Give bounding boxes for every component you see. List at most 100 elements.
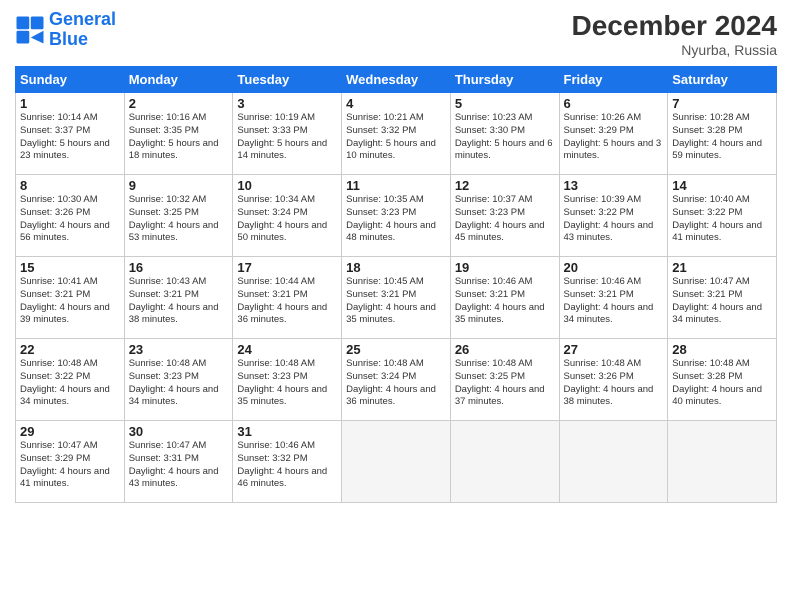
- calendar-week-row: 22Sunrise: 10:48 AMSunset: 3:22 PMDaylig…: [16, 339, 777, 421]
- calendar-day-cell: 31Sunrise: 10:46 AMSunset: 3:32 PMDaylig…: [233, 421, 342, 503]
- day-number: 26: [455, 342, 555, 357]
- day-info: Sunrise: 10:37 AMSunset: 3:23 PMDaylight…: [455, 194, 555, 245]
- day-info: Sunrise: 10:48 AMSunset: 3:26 PMDaylight…: [564, 358, 664, 409]
- day-number: 29: [20, 424, 120, 439]
- calendar-day-cell: 11Sunrise: 10:35 AMSunset: 3:23 PMDaylig…: [342, 175, 451, 257]
- calendar-day-cell: 1Sunrise: 10:14 AMSunset: 3:37 PMDayligh…: [16, 93, 125, 175]
- day-info: Sunrise: 10:34 AMSunset: 3:24 PMDaylight…: [237, 194, 337, 245]
- calendar-week-row: 8Sunrise: 10:30 AMSunset: 3:26 PMDayligh…: [16, 175, 777, 257]
- day-info: Sunrise: 10:35 AMSunset: 3:23 PMDaylight…: [346, 194, 446, 245]
- day-number: 5: [455, 96, 555, 111]
- day-number: 4: [346, 96, 446, 111]
- day-number: 31: [237, 424, 337, 439]
- day-number: 1: [20, 96, 120, 111]
- calendar-day-cell: 28Sunrise: 10:48 AMSunset: 3:28 PMDaylig…: [668, 339, 777, 421]
- day-number: 25: [346, 342, 446, 357]
- day-number: 27: [564, 342, 664, 357]
- weekday-header-row: SundayMondayTuesdayWednesdayThursdayFrid…: [16, 67, 777, 93]
- day-number: 19: [455, 260, 555, 275]
- calendar-day-cell: 23Sunrise: 10:48 AMSunset: 3:23 PMDaylig…: [124, 339, 233, 421]
- weekday-header-cell: Saturday: [668, 67, 777, 93]
- day-info: Sunrise: 10:46 AMSunset: 3:32 PMDaylight…: [237, 440, 337, 491]
- day-number: 6: [564, 96, 664, 111]
- day-number: 7: [672, 96, 772, 111]
- calendar-day-cell: 14Sunrise: 10:40 AMSunset: 3:22 PMDaylig…: [668, 175, 777, 257]
- calendar-day-cell: 13Sunrise: 10:39 AMSunset: 3:22 PMDaylig…: [559, 175, 668, 257]
- day-info: Sunrise: 10:30 AMSunset: 3:26 PMDaylight…: [20, 194, 120, 245]
- calendar-day-cell: 29Sunrise: 10:47 AMSunset: 3:29 PMDaylig…: [16, 421, 125, 503]
- day-info: Sunrise: 10:47 AMSunset: 3:21 PMDaylight…: [672, 276, 772, 327]
- calendar-day-cell: 6Sunrise: 10:26 AMSunset: 3:29 PMDayligh…: [559, 93, 668, 175]
- day-info: Sunrise: 10:48 AMSunset: 3:25 PMDaylight…: [455, 358, 555, 409]
- calendar-day-cell: 4Sunrise: 10:21 AMSunset: 3:32 PMDayligh…: [342, 93, 451, 175]
- day-info: Sunrise: 10:47 AMSunset: 3:31 PMDaylight…: [129, 440, 229, 491]
- day-info: Sunrise: 10:48 AMSunset: 3:22 PMDaylight…: [20, 358, 120, 409]
- day-number: 23: [129, 342, 229, 357]
- day-number: 11: [346, 178, 446, 193]
- day-info: Sunrise: 10:45 AMSunset: 3:21 PMDaylight…: [346, 276, 446, 327]
- logo-text: General Blue: [49, 10, 116, 50]
- day-info: Sunrise: 10:46 AMSunset: 3:21 PMDaylight…: [564, 276, 664, 327]
- calendar-day-cell: 3Sunrise: 10:19 AMSunset: 3:33 PMDayligh…: [233, 93, 342, 175]
- day-number: 15: [20, 260, 120, 275]
- weekday-header-cell: Thursday: [450, 67, 559, 93]
- calendar-week-row: 29Sunrise: 10:47 AMSunset: 3:29 PMDaylig…: [16, 421, 777, 503]
- calendar-day-cell: 18Sunrise: 10:45 AMSunset: 3:21 PMDaylig…: [342, 257, 451, 339]
- calendar-day-cell: 21Sunrise: 10:47 AMSunset: 3:21 PMDaylig…: [668, 257, 777, 339]
- day-number: 16: [129, 260, 229, 275]
- day-info: Sunrise: 10:23 AMSunset: 3:30 PMDaylight…: [455, 112, 555, 163]
- day-number: 20: [564, 260, 664, 275]
- day-info: Sunrise: 10:41 AMSunset: 3:21 PMDaylight…: [20, 276, 120, 327]
- calendar-day-cell: 16Sunrise: 10:43 AMSunset: 3:21 PMDaylig…: [124, 257, 233, 339]
- day-number: 24: [237, 342, 337, 357]
- calendar-day-cell: 22Sunrise: 10:48 AMSunset: 3:22 PMDaylig…: [16, 339, 125, 421]
- header: General Blue December 2024 Nyurba, Russi…: [15, 10, 777, 58]
- calendar-day-cell: 8Sunrise: 10:30 AMSunset: 3:26 PMDayligh…: [16, 175, 125, 257]
- day-number: 18: [346, 260, 446, 275]
- calendar-day-cell: [450, 421, 559, 503]
- weekday-header-cell: Friday: [559, 67, 668, 93]
- subtitle: Nyurba, Russia: [572, 42, 777, 58]
- calendar-day-cell: [668, 421, 777, 503]
- day-info: Sunrise: 10:48 AMSunset: 3:24 PMDaylight…: [346, 358, 446, 409]
- day-info: Sunrise: 10:48 AMSunset: 3:28 PMDaylight…: [672, 358, 772, 409]
- day-info: Sunrise: 10:46 AMSunset: 3:21 PMDaylight…: [455, 276, 555, 327]
- calendar-body: 1Sunrise: 10:14 AMSunset: 3:37 PMDayligh…: [16, 93, 777, 503]
- day-number: 28: [672, 342, 772, 357]
- day-number: 9: [129, 178, 229, 193]
- day-info: Sunrise: 10:21 AMSunset: 3:32 PMDaylight…: [346, 112, 446, 163]
- day-info: Sunrise: 10:14 AMSunset: 3:37 PMDaylight…: [20, 112, 120, 163]
- main-title: December 2024: [572, 10, 777, 42]
- calendar-day-cell: 10Sunrise: 10:34 AMSunset: 3:24 PMDaylig…: [233, 175, 342, 257]
- logo: General Blue: [15, 10, 116, 50]
- weekday-header-cell: Sunday: [16, 67, 125, 93]
- day-info: Sunrise: 10:48 AMSunset: 3:23 PMDaylight…: [129, 358, 229, 409]
- day-info: Sunrise: 10:47 AMSunset: 3:29 PMDaylight…: [20, 440, 120, 491]
- page: General Blue December 2024 Nyurba, Russi…: [0, 0, 792, 612]
- day-number: 14: [672, 178, 772, 193]
- calendar-day-cell: 9Sunrise: 10:32 AMSunset: 3:25 PMDayligh…: [124, 175, 233, 257]
- day-number: 13: [564, 178, 664, 193]
- calendar-day-cell: 15Sunrise: 10:41 AMSunset: 3:21 PMDaylig…: [16, 257, 125, 339]
- day-number: 30: [129, 424, 229, 439]
- day-number: 3: [237, 96, 337, 111]
- day-info: Sunrise: 10:26 AMSunset: 3:29 PMDaylight…: [564, 112, 664, 163]
- logo-icon: [15, 15, 45, 45]
- calendar-day-cell: [559, 421, 668, 503]
- day-info: Sunrise: 10:40 AMSunset: 3:22 PMDaylight…: [672, 194, 772, 245]
- day-info: Sunrise: 10:19 AMSunset: 3:33 PMDaylight…: [237, 112, 337, 163]
- calendar-day-cell: 24Sunrise: 10:48 AMSunset: 3:23 PMDaylig…: [233, 339, 342, 421]
- day-number: 2: [129, 96, 229, 111]
- weekday-header-cell: Monday: [124, 67, 233, 93]
- calendar-day-cell: [342, 421, 451, 503]
- day-number: 8: [20, 178, 120, 193]
- weekday-header-cell: Wednesday: [342, 67, 451, 93]
- calendar-day-cell: 7Sunrise: 10:28 AMSunset: 3:28 PMDayligh…: [668, 93, 777, 175]
- calendar-day-cell: 12Sunrise: 10:37 AMSunset: 3:23 PMDaylig…: [450, 175, 559, 257]
- day-info: Sunrise: 10:44 AMSunset: 3:21 PMDaylight…: [237, 276, 337, 327]
- day-number: 17: [237, 260, 337, 275]
- calendar-table: SundayMondayTuesdayWednesdayThursdayFrid…: [15, 66, 777, 503]
- day-info: Sunrise: 10:32 AMSunset: 3:25 PMDaylight…: [129, 194, 229, 245]
- day-info: Sunrise: 10:16 AMSunset: 3:35 PMDaylight…: [129, 112, 229, 163]
- calendar-day-cell: 27Sunrise: 10:48 AMSunset: 3:26 PMDaylig…: [559, 339, 668, 421]
